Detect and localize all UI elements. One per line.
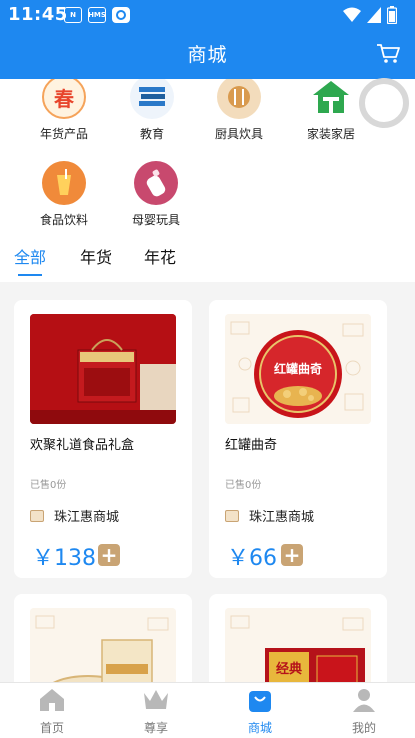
product-price: ￥138 [32, 546, 96, 571]
nav-exclusive[interactable]: 尊享 [104, 687, 208, 736]
hms-icon: HMS [88, 7, 106, 23]
shop-icon [225, 509, 239, 522]
product-card[interactable] [14, 594, 192, 682]
cutlery-icon [217, 79, 261, 119]
category-item-kitchenware[interactable]: 厨具炊具 [194, 79, 284, 142]
product-image: 红罐曲奇 [225, 314, 371, 424]
category-label: 食品饮料 [39, 213, 88, 227]
home-nav-icon [40, 689, 64, 711]
app-header: 11:45 N HMS 商城 [0, 0, 415, 79]
browser-icon [112, 7, 130, 23]
active-tab-indicator [18, 274, 42, 276]
category-label: 教育 [139, 127, 164, 141]
category-item-baby-toys[interactable]: 母婴玩具 [111, 161, 201, 228]
product-tabs: 全部 年货 年花 [0, 232, 415, 282]
add-to-cart-button[interactable]: + [98, 544, 120, 566]
home-icon [309, 79, 353, 119]
nav-label: 商城 [247, 721, 272, 735]
category-grid: 春 年货产品 教育 厨具炊具 家装家居 食品饮料 母婴玩具 [0, 79, 415, 232]
category-label: 母婴玩具 [131, 213, 180, 227]
bottom-navigation: 首页 尊享 商城 我的 [0, 682, 415, 738]
loading-spinner [359, 78, 409, 128]
cart-icon[interactable] [375, 42, 401, 64]
shop-name: 珠江惠商城 [249, 510, 315, 525]
books-icon [130, 79, 174, 119]
product-card[interactable]: 红罐曲奇 红罐曲奇 已售0份 珠江惠商城 ￥66 + [209, 300, 387, 578]
nav-mine[interactable]: 我的 [312, 687, 415, 736]
product-sold-count: 已售0份 [30, 480, 67, 491]
product-name: 红罐曲奇 [225, 438, 278, 453]
product-image [30, 608, 176, 682]
nav-label: 尊享 [143, 721, 168, 735]
baby-bottle-icon [134, 161, 178, 205]
crown-icon [144, 690, 168, 709]
nfc-icon: N [64, 7, 82, 23]
product-grid: 欢聚礼道食品礼盒 已售0份 珠江惠商城 ￥138 + 红罐曲奇 红罐曲奇 已售0… [0, 282, 415, 682]
tab-all[interactable]: 全部 [14, 244, 46, 268]
category-label: 家装家居 [306, 127, 355, 141]
product-sold-count: 已售0份 [225, 480, 262, 491]
tab-new-year-goods[interactable]: 年货 [80, 244, 112, 268]
tab-new-year-flowers[interactable]: 年花 [144, 244, 176, 268]
product-card[interactable]: 欢聚礼道食品礼盒 已售0份 珠江惠商城 ￥138 + [14, 300, 192, 578]
shop-row: 珠江惠商城 [225, 506, 314, 525]
category-item-education[interactable]: 教育 [107, 79, 197, 142]
product-price: ￥66 [227, 546, 277, 571]
box-label: 经典 [275, 662, 302, 677]
product-image [30, 314, 176, 424]
status-bar: 11:45 N HMS [0, 0, 415, 30]
nav-label: 首页 [39, 721, 64, 735]
shop-row: 珠江惠商城 [30, 506, 119, 525]
category-item-new-year[interactable]: 春 年货产品 [19, 79, 109, 142]
nav-home[interactable]: 首页 [0, 687, 104, 736]
shopping-bag-icon [249, 691, 271, 712]
product-name: 欢聚礼道食品礼盒 [30, 438, 135, 453]
category-label: 年货产品 [39, 127, 88, 141]
cookie-tin-label: 红罐曲奇 [273, 362, 322, 376]
wifi-icon [343, 7, 361, 22]
category-label: 厨具炊具 [214, 127, 263, 141]
add-to-cart-button[interactable]: + [281, 544, 303, 566]
nav-label: 我的 [351, 721, 376, 735]
product-card[interactable]: 经典 [209, 594, 387, 682]
nav-mall[interactable]: 商城 [208, 687, 312, 736]
status-time: 11:45 [8, 4, 68, 25]
shop-icon [30, 509, 44, 522]
category-item-food-drink[interactable]: 食品饮料 [19, 161, 109, 228]
signal-icon [367, 7, 381, 23]
profile-icon [353, 689, 375, 712]
battery-icon [387, 6, 397, 24]
page-title: 商城 [187, 44, 228, 66]
product-image: 经典 [225, 608, 371, 682]
drink-icon [42, 161, 86, 205]
shop-name: 珠江惠商城 [54, 510, 120, 525]
spring-festival-icon: 春 [42, 79, 86, 119]
